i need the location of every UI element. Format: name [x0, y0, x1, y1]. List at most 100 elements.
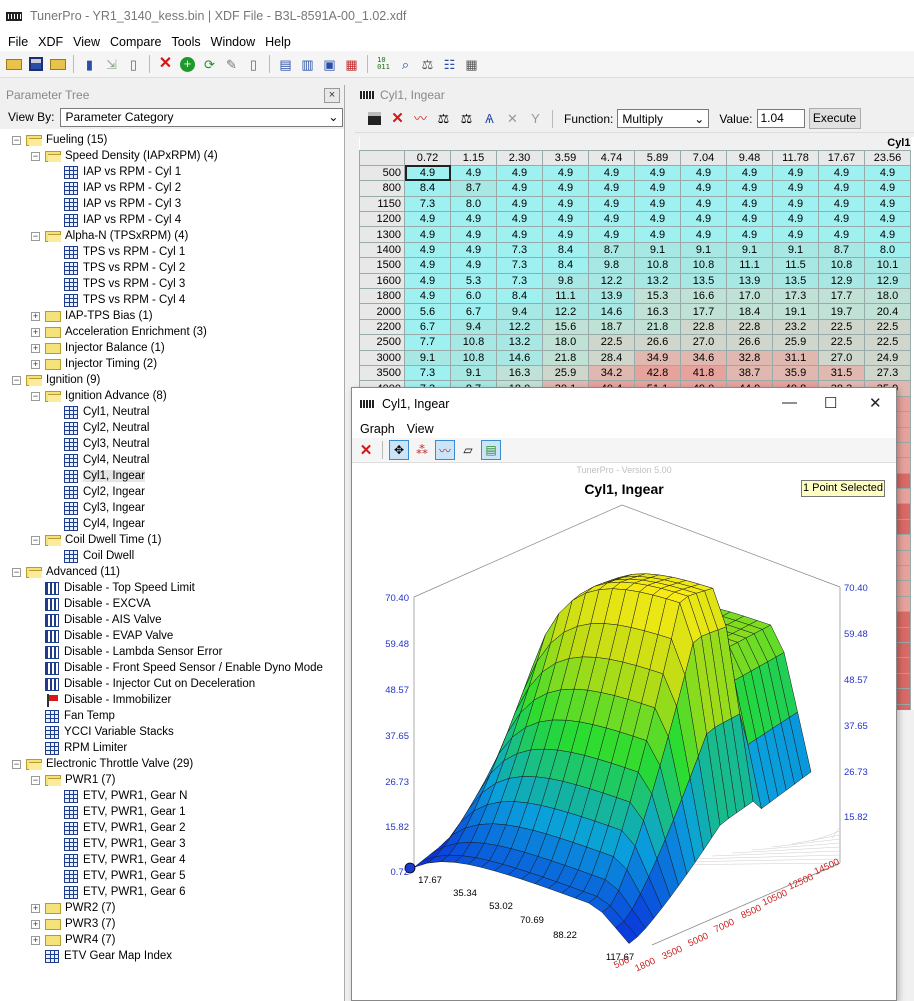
table-icon[interactable]: ▤	[276, 55, 295, 74]
tree-item[interactable]: TPS vs RPM - Cyl 1	[0, 244, 344, 260]
table-cell[interactable]: 4.9	[726, 164, 773, 182]
save-icon[interactable]	[26, 55, 45, 74]
table-cell[interactable]: 9.1	[726, 241, 773, 259]
table-cell[interactable]: 4.9	[864, 226, 911, 243]
function-select[interactable]: Multiply ⌄	[617, 109, 710, 128]
menu-compare[interactable]: Compare	[105, 35, 166, 49]
column-header[interactable]: 5.89	[634, 149, 681, 166]
scale-icon[interactable]: ⚖	[418, 55, 437, 74]
table-cell[interactable]: 42.8	[634, 364, 681, 382]
table-cell[interactable]: 14.6	[496, 349, 543, 366]
column-header[interactable]: 7.04	[680, 149, 727, 166]
table-cell[interactable]: 18.4	[726, 303, 773, 320]
calc-icon[interactable]: ▦	[462, 55, 481, 74]
tree-item[interactable]: ETV, PWR1, Gear 2	[0, 820, 344, 836]
add-icon[interactable]: +	[178, 55, 197, 74]
table-cell[interactable]: 5.6	[404, 303, 451, 320]
table-cell[interactable]: 8.4	[542, 257, 589, 274]
tree-item[interactable]: Disable - EXCVA	[0, 596, 344, 612]
tree-item[interactable]: ETV, PWR1, Gear N	[0, 788, 344, 804]
table-cell[interactable]: 8.4	[542, 241, 589, 259]
table-cell[interactable]: 22.5	[864, 334, 911, 351]
tree-item[interactable]: RPM Limiter	[0, 740, 344, 756]
column-header[interactable]: 1.15	[450, 149, 497, 166]
tree-item[interactable]: IAP vs RPM - Cyl 3	[0, 196, 344, 212]
bin2-icon[interactable]: ⇲	[102, 55, 121, 74]
delete-icon[interactable]: ✕	[356, 440, 376, 460]
tree-item[interactable]: Fan Temp	[0, 708, 344, 724]
table-cell[interactable]: 9.1	[772, 241, 819, 259]
table-cell[interactable]: 4.9	[772, 211, 819, 228]
table-cell[interactable]: 9.8	[588, 257, 635, 274]
table-cell[interactable]: 6.0	[450, 288, 497, 305]
tree-item[interactable]: YCCI Variable Stacks	[0, 724, 344, 740]
table-cell[interactable]: 10.8	[450, 334, 497, 351]
table-cell[interactable]: 12.2	[542, 303, 589, 320]
table-cell[interactable]: 4.9	[726, 180, 773, 197]
row-header[interactable]: 500	[359, 164, 405, 182]
table-cell[interactable]: 27.0	[818, 349, 865, 366]
tree-item[interactable]: + Injector Balance (1)	[0, 340, 344, 356]
table-cell[interactable]: 11.1	[542, 288, 589, 305]
table-cell[interactable]: 4.9	[818, 195, 865, 213]
table-cell[interactable]: 7.3	[496, 241, 543, 259]
table-cell[interactable]: 17.0	[726, 288, 773, 305]
tree-item[interactable]: Cyl4, Neutral	[0, 452, 344, 468]
table-cell[interactable]: 4.9	[496, 211, 543, 228]
expand-icon[interactable]: +	[31, 327, 40, 337]
table-cell[interactable]: 38.7	[726, 364, 773, 382]
expand-icon[interactable]: +	[31, 935, 40, 945]
table-cell[interactable]: 4.9	[450, 241, 497, 259]
table-cell[interactable]: 22.5	[588, 334, 635, 351]
collapse-icon[interactable]: −	[12, 759, 21, 769]
delete-icon[interactable]: ✕	[156, 55, 175, 74]
table-cell[interactable]: 27.3	[864, 364, 911, 382]
row-header[interactable]: 1300	[359, 226, 405, 243]
table-cell[interactable]: 4.9	[818, 211, 865, 228]
table-cell[interactable]: 4.9	[542, 195, 589, 213]
collapse-icon[interactable]: −	[12, 567, 21, 577]
column-header[interactable]: 3.59	[542, 149, 589, 166]
table-cell[interactable]: 10.8	[450, 349, 497, 366]
row-header[interactable]: 1150	[359, 195, 405, 213]
table-cell[interactable]: 21.8	[542, 349, 589, 366]
table-cell[interactable]: 4.9	[588, 211, 635, 228]
scale2-icon[interactable]: ⚖	[457, 109, 476, 128]
tree-item[interactable]: IAP vs RPM - Cyl 4	[0, 212, 344, 228]
table-cell[interactable]: 26.6	[726, 334, 773, 351]
tree-item[interactable]: + PWR3 (7)	[0, 916, 344, 932]
table-cell[interactable]: 7.7	[404, 334, 451, 351]
table-cell[interactable]: 4.9	[450, 226, 497, 243]
table-cell[interactable]: 11.5	[772, 257, 819, 274]
tree-item[interactable]: ETV, PWR1, Gear 1	[0, 804, 344, 820]
tree-icon[interactable]: ☷	[440, 55, 459, 74]
table-cell[interactable]: 18.0	[864, 288, 911, 305]
tree-item[interactable]: IAP vs RPM - Cyl 2	[0, 180, 344, 196]
table-cell[interactable]: 4.9	[450, 164, 497, 182]
surface-plot[interactable]: TunerPro - Version 5.00 Cyl1, Ingear 70.40…	[352, 465, 896, 1000]
tree-item[interactable]: Disable - Lambda Sensor Error	[0, 644, 344, 660]
table-cell[interactable]: 4.9	[634, 180, 681, 197]
tree-item[interactable]: − Advanced (11)	[0, 564, 344, 580]
row-header[interactable]: 1600	[359, 272, 405, 290]
table-cell[interactable]: 34.2	[588, 364, 635, 382]
table-cell[interactable]: 41.8	[680, 364, 727, 382]
row-header[interactable]: 2500	[359, 334, 405, 351]
table-cell[interactable]: 4.9	[404, 241, 451, 259]
table-cell[interactable]: 19.1	[772, 303, 819, 320]
bin-icon[interactable]: ▮	[80, 55, 99, 74]
save-icon[interactable]	[365, 109, 384, 128]
line-graph-icon[interactable]: 〰	[435, 440, 455, 460]
tree-item[interactable]: IAP vs RPM - Cyl 1	[0, 164, 344, 180]
table-cell[interactable]: 22.8	[680, 318, 727, 336]
tree-item[interactable]: − Ignition (9)	[0, 372, 344, 388]
tree-item[interactable]: Disable - Top Speed Limit	[0, 580, 344, 596]
table-cell[interactable]: 22.5	[864, 318, 911, 336]
table-cell[interactable]: 13.5	[772, 272, 819, 290]
collapse-icon[interactable]: −	[31, 775, 40, 785]
table-cell[interactable]: 15.3	[634, 288, 681, 305]
tree-item[interactable]: + IAP-TPS Bias (1)	[0, 308, 344, 324]
table-cell[interactable]: 7.3	[404, 195, 451, 213]
axis-icon[interactable]: Ѧ	[480, 109, 499, 128]
tree-item[interactable]: − Alpha-N (TPSxRPM) (4)	[0, 228, 344, 244]
